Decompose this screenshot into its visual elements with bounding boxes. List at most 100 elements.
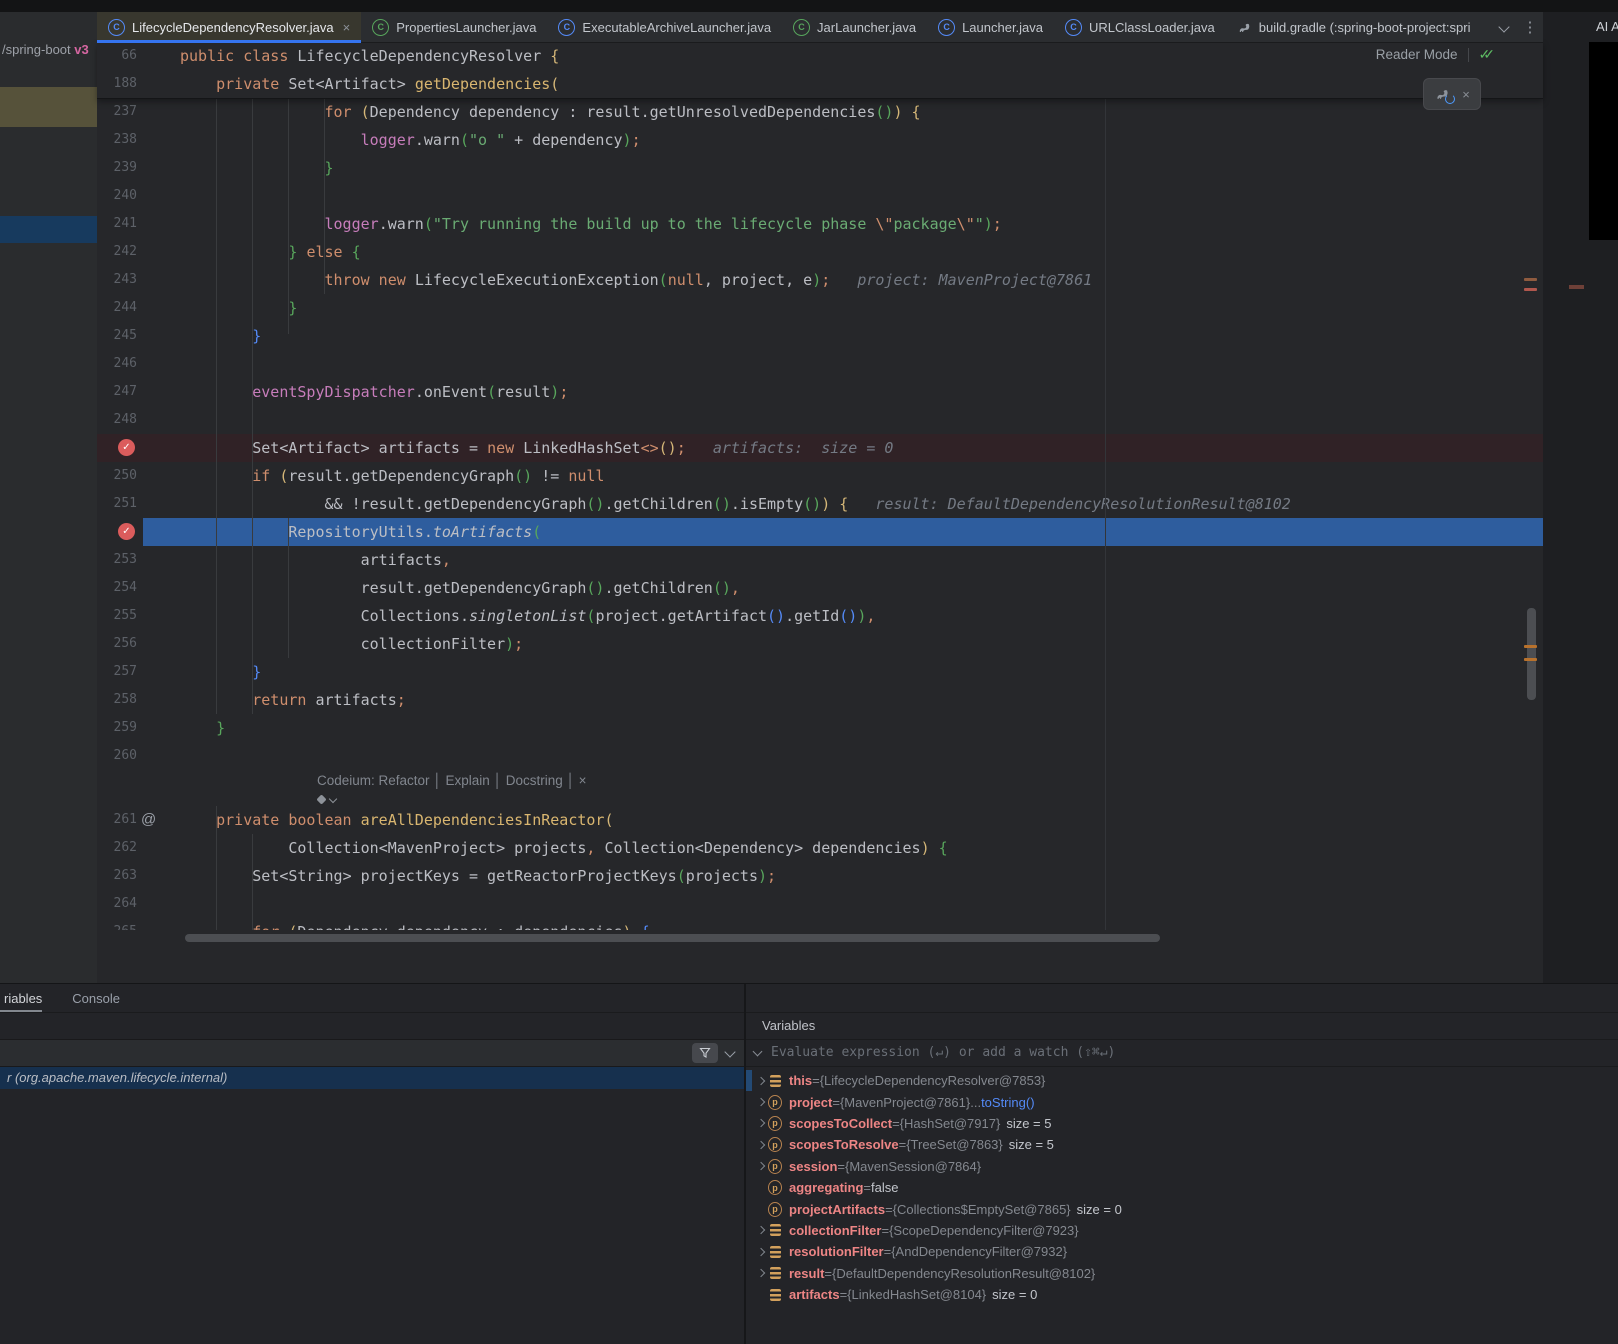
code-line-253[interactable]: 253 artifacts, [97, 546, 1543, 574]
gutter-244[interactable]: 244 [97, 294, 180, 322]
expand-chevron[interactable] [754, 1227, 768, 1233]
tab-ai-assistant[interactable]: AI A [1596, 19, 1618, 34]
inspection-ok-icon[interactable]: ✓✓ [1479, 46, 1495, 63]
variable-row-collectionFilter[interactable]: collectionFilter = {ScopeDependencyFilte… [746, 1220, 1618, 1241]
variable-row-scopesToResolve[interactable]: pscopesToResolve = {TreeSet@7863}size = … [746, 1134, 1618, 1155]
tab-build[interactable]: build.gradle (:spring-boot-project:spri [1226, 12, 1482, 42]
gutter-239[interactable]: 239 [97, 154, 180, 182]
codeium-icon[interactable] [97, 792, 1543, 806]
code-text[interactable]: private Set<Artifact> getDependencies( [180, 70, 1543, 98]
code-text[interactable]: eventSpyDispatcher.onEvent(result); [180, 378, 1543, 406]
gutter-261[interactable]: 261@ [97, 806, 180, 834]
gutter-237[interactable]: 237 [97, 98, 180, 126]
gutter-246[interactable]: 246 [97, 350, 180, 378]
code-line-255[interactable]: 255 Collections.singletonList(project.ge… [97, 602, 1543, 630]
tab-riables[interactable]: riables [0, 984, 46, 1012]
more-options-icon[interactable]: ⋮ [1517, 12, 1543, 42]
code-line-251[interactable]: 251 && !result.getDependencyGraph().getC… [97, 490, 1543, 518]
gutter-250[interactable]: 250 [97, 462, 180, 490]
code-line-241[interactable]: 241 logger.warn("Try running the build u… [97, 210, 1543, 238]
gutter-245[interactable]: 245 [97, 322, 180, 350]
code-line-260[interactable]: 260 [97, 742, 1543, 770]
sticky-lines[interactable]: 66public class LifecycleDependencyResolv… [97, 42, 1543, 99]
variable-row-resolutionFilter[interactable]: resolutionFilter = {AndDependencyFilter@… [746, 1241, 1618, 1262]
error-stripe-mark[interactable] [1524, 288, 1537, 291]
gutter-252[interactable]: ✓ [97, 518, 180, 546]
breakpoint-icon[interactable]: ✓ [118, 439, 135, 456]
code-text[interactable]: private boolean areAllDependenciesInReac… [180, 806, 1543, 834]
variables-pane[interactable]: Variables Evaluate expression (↵) or add… [746, 1012, 1618, 1344]
code-line-254[interactable]: 254 result.getDependencyGraph().getChild… [97, 574, 1543, 602]
expand-chevron[interactable] [754, 1249, 768, 1255]
code-line-66[interactable]: 66public class LifecycleDependencyResolv… [97, 42, 1543, 70]
variable-row-project[interactable]: pproject = {MavenProject@7861} ... toStr… [746, 1091, 1618, 1112]
tab-URLClassLoader[interactable]: CURLClassLoader.java [1054, 12, 1226, 42]
horizontal-scrollbar[interactable] [185, 934, 1160, 942]
code-text[interactable]: Set<Artifact> artifacts = new LinkedHash… [180, 434, 1543, 462]
code-line-188[interactable]: 188 private Set<Artifact> getDependencie… [97, 70, 1543, 98]
code-line-247[interactable]: 247 eventSpyDispatcher.onEvent(result); [97, 378, 1543, 406]
gutter-66[interactable]: 66 [97, 42, 180, 70]
reader-mode-control[interactable]: Reader Mode ✓✓ [1376, 46, 1495, 63]
code-text[interactable]: } [180, 714, 1543, 742]
code-text[interactable]: throw new LifecycleExecutionException(nu… [180, 266, 1543, 294]
code-line-252[interactable]: ✓ RepositoryUtils.toArtifacts( [97, 518, 1543, 546]
close-icon[interactable]: × [1462, 87, 1470, 102]
code-line-238[interactable]: 238 logger.warn("o " + dependency); [97, 126, 1543, 154]
gutter-258[interactable]: 258 [97, 686, 180, 714]
gutter-262[interactable]: 262 [97, 834, 180, 862]
code-text[interactable]: return artifacts; [180, 686, 1543, 714]
code-text[interactable]: } [180, 294, 1543, 322]
variable-row-artifacts[interactable]: artifacts = {LinkedHashSet@8104}size = 0 [746, 1284, 1618, 1305]
expand-chevron[interactable] [754, 1099, 768, 1105]
code-line-243[interactable]: 243 throw new LifecycleExecutionExceptio… [97, 266, 1543, 294]
expand-chevron[interactable] [754, 1163, 768, 1169]
chevron-down-icon[interactable] [753, 1047, 763, 1057]
gutter-253[interactable]: 253 [97, 546, 180, 574]
code-line-258[interactable]: 258 return artifacts; [97, 686, 1543, 714]
code-text[interactable]: RepositoryUtils.toArtifacts( [180, 518, 1543, 546]
variable-row-result[interactable]: result = {DefaultDependencyResolutionRes… [746, 1263, 1618, 1284]
variable-row-session[interactable]: psession = {MavenSession@7864} [746, 1156, 1618, 1177]
expand-chevron[interactable] [754, 1078, 768, 1084]
gutter-251[interactable]: 251 [97, 490, 180, 518]
project-tree-focused-row[interactable] [0, 216, 97, 243]
code-line-245[interactable]: 245 } [97, 322, 1543, 350]
code-text[interactable]: Collections.singletonList(project.getArt… [180, 602, 1543, 630]
code-text[interactable]: Collection<MavenProject> projects, Colle… [180, 834, 1543, 862]
tab-LifecycleDependencyResolver[interactable]: CLifecycleDependencyResolver.java× [97, 12, 361, 42]
annotation-icon[interactable]: @ [141, 806, 156, 834]
gutter-243[interactable]: 243 [97, 266, 180, 294]
code-text[interactable]: } [180, 322, 1543, 350]
stack-frame-row[interactable]: r (org.apache.maven.lifecycle.internal) [0, 1067, 744, 1089]
breakpoint-icon[interactable]: ✓ [118, 523, 135, 540]
code-text[interactable]: artifacts, [180, 546, 1543, 574]
gutter-188[interactable]: 188 [97, 70, 180, 98]
code-line-237[interactable]: 237 for (Dependency dependency : result.… [97, 98, 1543, 126]
gutter-238[interactable]: 238 [97, 126, 180, 154]
gutter-257[interactable]: 257 [97, 658, 180, 686]
tab-JarLauncher[interactable]: CJarLauncher.java [782, 12, 927, 42]
close-icon[interactable]: × [343, 20, 351, 35]
vertical-scrollbar[interactable] [1527, 608, 1536, 700]
code-line-259[interactable]: 259 } [97, 714, 1543, 742]
code-line-262[interactable]: 262 Collection<MavenProject> projects, C… [97, 834, 1543, 862]
frames-pane[interactable]: r (org.apache.maven.lifecycle.internal) [0, 1012, 744, 1344]
tab-console[interactable]: Console [68, 984, 124, 1012]
code-text[interactable]: logger.warn("o " + dependency); [180, 126, 1543, 154]
gutter-265[interactable]: 265 [97, 918, 180, 930]
code-line-242[interactable]: 242 } else { [97, 238, 1543, 266]
code-text[interactable]: for (Dependency dependency : dependencie… [180, 918, 1543, 930]
codeium-actions[interactable]: Codeium: Refactor │ Explain │ Docstring … [97, 770, 1543, 792]
tab-Launcher[interactable]: CLauncher.java [927, 12, 1054, 42]
code-line-246[interactable]: 246 [97, 350, 1543, 378]
show-hidden-tabs-button[interactable] [1491, 12, 1517, 42]
code-text[interactable]: if (result.getDependencyGraph() != null [180, 462, 1543, 490]
gutter-254[interactable]: 254 [97, 574, 180, 602]
code-text[interactable]: result.getDependencyGraph().getChildren(… [180, 574, 1543, 602]
code-line-249[interactable]: ✓ Set<Artifact> artifacts = new LinkedHa… [97, 434, 1543, 462]
filter-button[interactable] [692, 1043, 718, 1063]
code-text[interactable]: logger.warn("Try running the build up to… [180, 210, 1543, 238]
error-stripe-mark[interactable] [1524, 278, 1537, 281]
chevron-down-icon[interactable] [724, 1046, 735, 1057]
